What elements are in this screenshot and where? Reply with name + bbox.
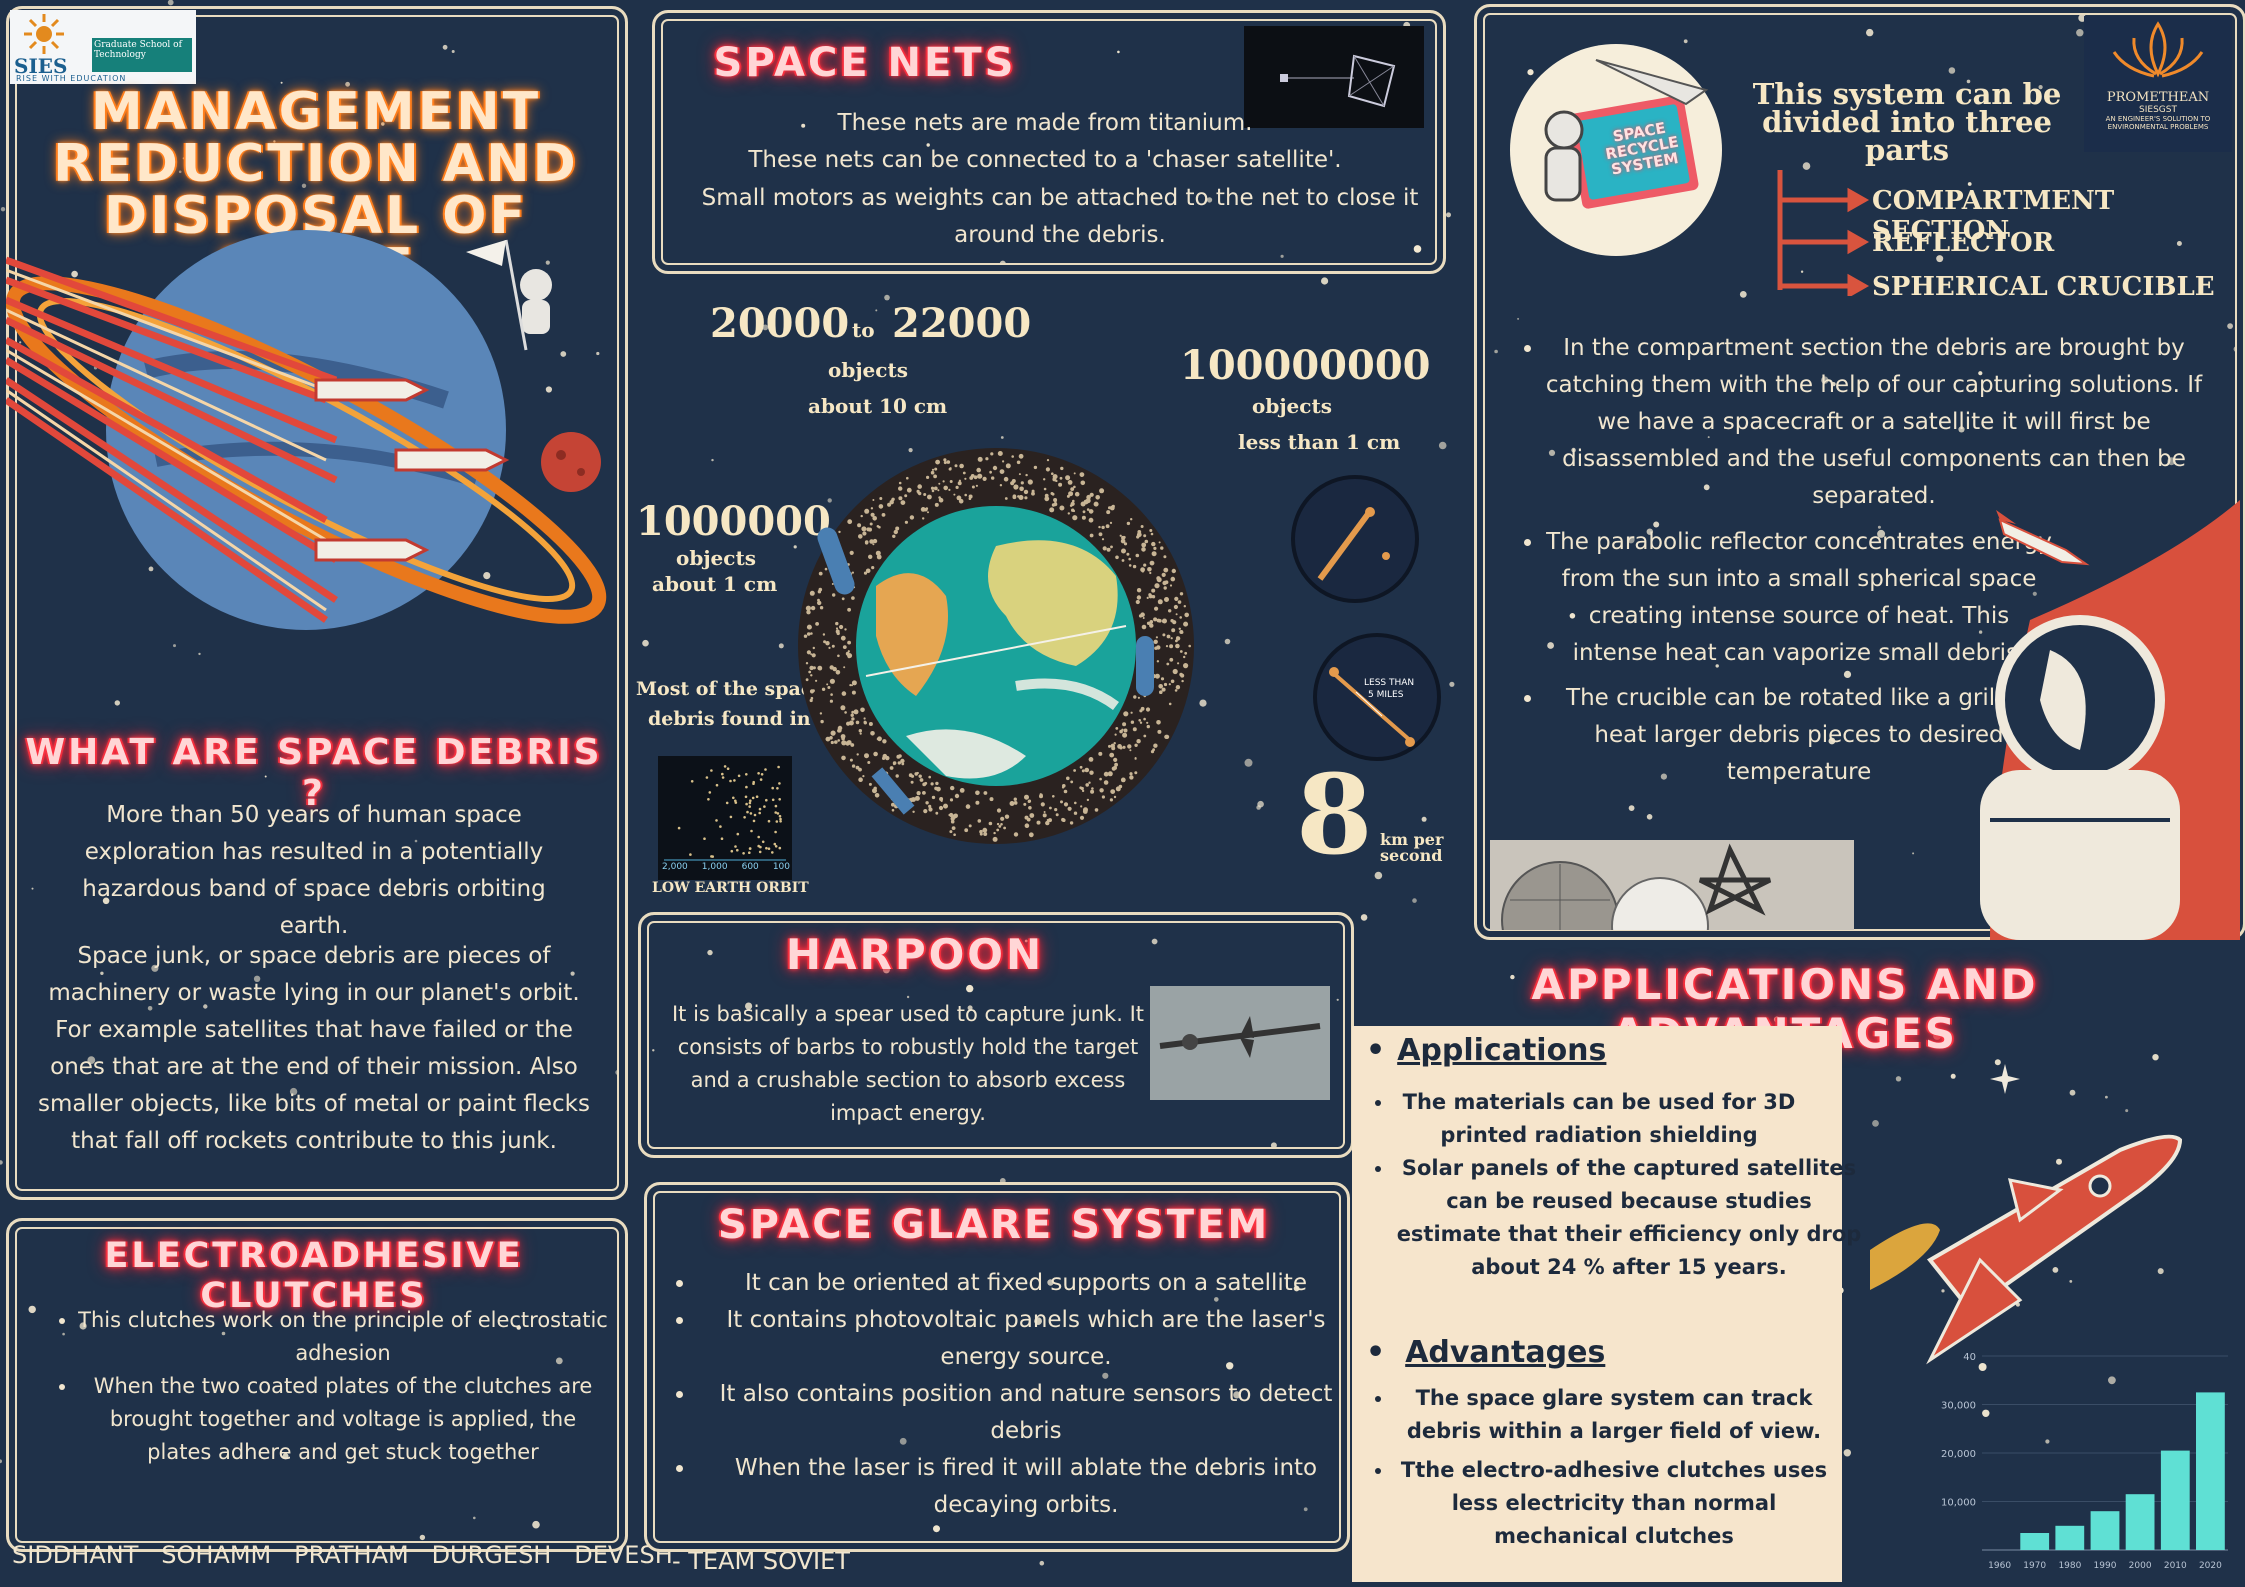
chart-bar (2020, 1533, 2050, 1550)
crucible-photo (1490, 840, 1854, 930)
recycle-list: In the compartment section the debris ar… (1516, 330, 2204, 521)
sparkle-icon (1990, 1064, 2020, 1094)
crucible-icon (1501, 843, 1772, 930)
glare-item: When the laser is fired it will ablate t… (696, 1450, 1356, 1524)
speed-number: 8 (1296, 750, 1373, 879)
title-line-2: REDUCTION AND (53, 134, 579, 194)
chart-x-tick-label: 2020 (2199, 1561, 2222, 1571)
chart-bar (2055, 1525, 2085, 1551)
glare-item: It contains photovoltaic panels which ar… (696, 1302, 1356, 1376)
promethean-tag: AN ENGINEER'S SOLUTION TO ENVIRONMENTAL … (2105, 115, 2211, 131)
title-line-1: MANAGEMENT (90, 82, 542, 142)
earth-illustration (798, 448, 1194, 844)
harpoon-text: It is basically a spear used to capture … (671, 1002, 1144, 1125)
sies-logo: SIES Graduate School of Technology RISE … (10, 10, 196, 84)
leo-tick: 600 (741, 862, 759, 872)
chart-y-tick-label: 40 (1963, 1352, 1976, 1363)
applications-title: • Applications (1366, 1033, 1607, 1068)
leo-label: LOW EARTH ORBIT (652, 880, 809, 896)
chart-x-tick-label: 1990 (2094, 1561, 2117, 1571)
stat-mid-size: about 1 cm (652, 572, 778, 596)
chart-x-tick-label: 1980 (2058, 1561, 2081, 1571)
leo-tick: 2,000 (662, 862, 688, 872)
stat-range-to-word: to (852, 318, 875, 342)
harpoon-heading: HARPOON (785, 930, 1045, 979)
debris-bar-chart: 10,000 20,000 30,000 40 1960 1970 1980 1990 2000… (1941, 1352, 2228, 1571)
orbit-less-than: LESS THAN (1364, 678, 1415, 688)
small-debris-circle (1291, 475, 1419, 603)
stat-found-2: debris found in (648, 708, 811, 730)
chart-x-tick-label: 2010 (2164, 1561, 2187, 1571)
chart-y-tick-label: 30,000 (1941, 1401, 1976, 1412)
planet-illustration (6, 230, 607, 630)
electro-item: When the two coated plates of the clutch… (78, 1370, 608, 1469)
stat-big-size: less than 1 cm (1238, 430, 1401, 454)
lotus-icon (2112, 21, 2204, 78)
leo-tick: 100 (772, 862, 790, 872)
what-are-para-1: More than 50 years of human space explor… (82, 802, 546, 939)
stat-range-from: 20000 (710, 300, 850, 347)
stat-range-size: about 10 cm (808, 394, 948, 418)
recycle-item: In the compartment section the debris ar… (1544, 330, 2204, 515)
advantage-item: The space glare system can track debris … (1394, 1382, 1834, 1448)
chart-x-tick-label: 1960 (1988, 1561, 2011, 1571)
sunburst-icon (24, 14, 64, 54)
nets-line-2: These nets can be connected to a 'chaser… (748, 147, 1342, 173)
nets-heading: SPACE NETS (713, 40, 1017, 86)
leo-tick: 1,000 (701, 862, 728, 872)
application-item: The materials can be used for 3D printed… (1394, 1086, 1864, 1152)
advantages-title-text: Advantages (1405, 1335, 1606, 1370)
chart-x-tick-label: 1970 (2023, 1561, 2046, 1571)
sies-school: Graduate School of Technology (92, 38, 192, 72)
rocket-illustration (1870, 1134, 2183, 1365)
chart-bar (2196, 1392, 2225, 1550)
stat-big-num: 100000000 (1180, 342, 1431, 389)
harpoon-image (1150, 986, 1330, 1100)
recycle-intro: This system can be divided into three pa… (1752, 77, 2062, 167)
harpoon-icon (1159, 1016, 1321, 1058)
part-crucible: SPHERICAL CRUCIBLE (1872, 272, 2215, 302)
applications-title-text: Applications (1397, 1033, 1607, 1068)
chart-bar (2125, 1494, 2155, 1550)
leo-ticks: 2,000 1,000 600 100 (662, 862, 790, 872)
orbit-miles: 5 MILES (1368, 690, 1404, 700)
rocket-small-icon (1996, 510, 2090, 566)
application-item: Solar panels of the captured satellites … (1394, 1152, 1864, 1284)
chart-bar (2090, 1511, 2120, 1550)
stat-big-obj: objects (1252, 394, 1332, 418)
parts-connector (1777, 170, 1870, 296)
advantages-title: • Advantages (1366, 1335, 1606, 1370)
team-members: SIDDHANT SOHAMM PRATHAM DURGESH DEVESH (12, 1541, 673, 1569)
part-reflector: REFLECTOR (1872, 228, 2055, 258)
nets-line-1: These nets are made from titanium. (837, 110, 1253, 136)
stat-mid-obj: objects (676, 546, 756, 570)
advantages-list: The space glare system can track debris … (1366, 1382, 1834, 1553)
glare-item: It also contains position and nature sen… (696, 1376, 1356, 1450)
nets-line-3: Small motors as weights can be attached … (701, 185, 1419, 248)
glare-list: It can be oriented at fixed supports on … (668, 1265, 1356, 1524)
speed-unit-2: second (1380, 846, 1443, 865)
applications-list: The materials can be used for 3D printed… (1366, 1086, 1864, 1284)
stat-range-obj: objects (828, 358, 908, 382)
advantage-item: Tthe electro-adhesive clutches uses less… (1394, 1454, 1834, 1553)
glare-item: It can be oriented at fixed supports on … (696, 1265, 1356, 1302)
promethean-logo: PROMETHEAN SIESGST AN ENGINEER'S SOLUTIO… (2084, 16, 2232, 152)
glare-heading: SPACE GLARE SYSTEM (717, 1202, 1271, 1248)
electro-item: This clutches work on the principle of e… (78, 1304, 608, 1370)
promethean-name: PROMETHEAN (2106, 90, 2210, 105)
electro-list: This clutches work on the principle of e… (50, 1304, 608, 1469)
chart-x-tick-label: 2000 (2129, 1561, 2152, 1571)
leo-inset: 2,000 1,000 600 100 (658, 756, 792, 880)
stat-range-to: 22000 (892, 300, 1032, 347)
promethean-org: SIESGST (2139, 105, 2177, 115)
chart-y-tick-label: 20,000 (1941, 1449, 1976, 1460)
chart-y-tick-label: 10,000 (1941, 1498, 1976, 1509)
chart-bar (2160, 1450, 2190, 1550)
what-are-para-2: Space junk, or space debris are pieces o… (38, 943, 590, 1154)
